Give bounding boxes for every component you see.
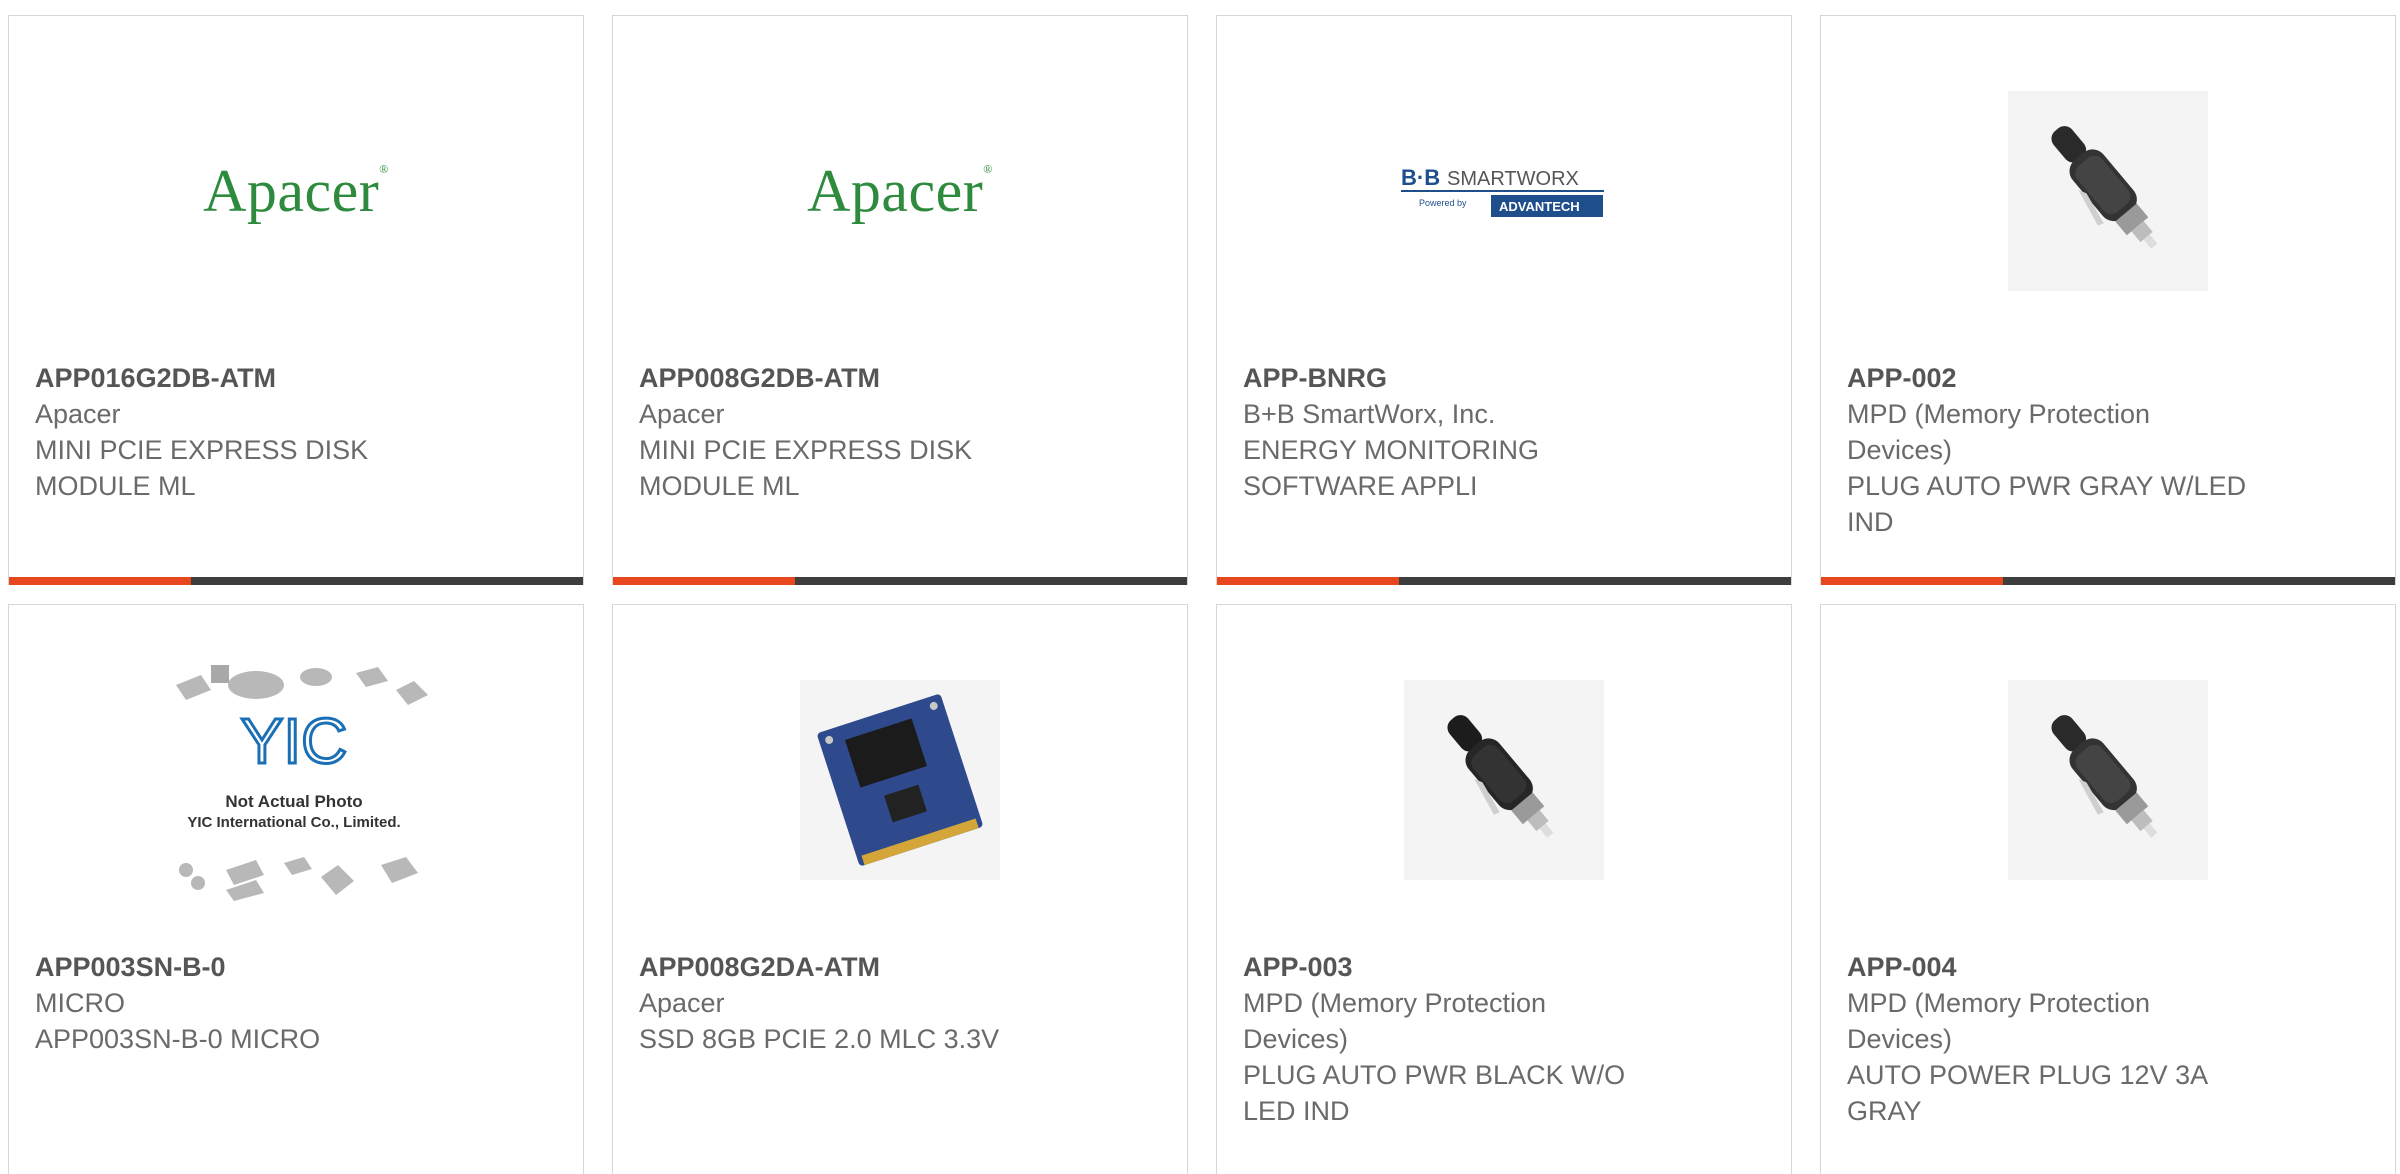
svg-text:B·B: B·B: [1401, 165, 1440, 190]
product-line: LED IND: [1243, 1096, 1350, 1126]
svg-text:Powered by: Powered by: [1419, 198, 1467, 208]
auto-plug-photo: [1404, 680, 1604, 880]
card-progress-bar: [1821, 577, 2395, 585]
product-line: PLUG AUTO PWR GRAY W/LED: [1847, 471, 2247, 501]
card-progress-bar: [9, 577, 583, 585]
product-image[interactable]: [613, 645, 1187, 915]
product-line: PLUG AUTO PWR BLACK W/O: [1243, 1060, 1626, 1090]
product-line: Apacer: [639, 399, 725, 429]
card-progress-fill: [9, 577, 191, 585]
product-line: MPD (Memory Protection: [1847, 988, 2151, 1018]
not-actual-photo: YIC Not Actual Photo YIC International C…: [176, 665, 428, 901]
svg-text:YIC International Co., Limited: YIC International Co., Limited.: [187, 814, 400, 831]
product-card[interactable]: Apacer® APP016G2DB-ATM Apacer MINI PCIE …: [8, 15, 584, 585]
product-line: MPD (Memory Protection: [1847, 399, 2151, 429]
product-line: SSD 8GB PCIE 2.0 MLC 3.3V: [639, 1024, 1000, 1054]
product-image[interactable]: [1217, 645, 1791, 915]
svg-text:ADVANTECH: ADVANTECH: [1499, 199, 1580, 214]
product-image[interactable]: B·B SMARTWORX Powered by ADVANTECH: [1217, 56, 1791, 326]
product-line: Apacer: [35, 399, 121, 429]
part-number[interactable]: APP-004: [1847, 949, 2267, 985]
product-line: GRAY: [1847, 1096, 1922, 1126]
bb-smartworx-logo: B·B SMARTWORX Powered by ADVANTECH: [1401, 165, 1604, 217]
part-number[interactable]: APP016G2DB-ATM: [35, 360, 455, 396]
product-card[interactable]: APP-003 MPD (Memory Protection Devices) …: [1216, 604, 1792, 1174]
product-line: SOFTWARE APPLI: [1243, 471, 1478, 501]
card-progress-bar: [1217, 577, 1791, 585]
card-progress-fill: [613, 577, 795, 585]
auto-plug-photo: [2008, 680, 2208, 880]
card-progress-fill: [1821, 577, 2003, 585]
svg-text:Not Actual Photo: Not Actual Photo: [225, 792, 362, 811]
product-image[interactable]: YIC Not Actual Photo YIC International C…: [9, 645, 583, 915]
product-line: MINI PCIE EXPRESS DISK: [639, 435, 973, 465]
product-line: AUTO POWER PLUG 12V 3A: [1847, 1060, 2209, 1090]
product-card[interactable]: APP008G2DA-ATM Apacer SSD 8GB PCIE 2.0 M…: [612, 604, 1188, 1174]
product-line: MICRO: [35, 988, 125, 1018]
part-number[interactable]: APP008G2DB-ATM: [639, 360, 1059, 396]
product-image[interactable]: [1821, 645, 2395, 915]
product-line: Apacer: [639, 988, 725, 1018]
product-line: Devices): [1243, 1024, 1349, 1054]
product-image[interactable]: Apacer®: [9, 56, 583, 326]
product-line: IND: [1847, 507, 1894, 537]
product-line: Devices): [1847, 1024, 1953, 1054]
product-line: MINI PCIE EXPRESS DISK: [35, 435, 369, 465]
part-number[interactable]: APP-BNRG: [1243, 360, 1663, 396]
auto-plug-photo: [2008, 91, 2208, 291]
product-line: MODULE ML: [35, 471, 196, 501]
product-card[interactable]: APP-004 MPD (Memory Protection Devices) …: [1820, 604, 2396, 1174]
product-line: MODULE ML: [639, 471, 800, 501]
card-progress-bar: [613, 577, 1187, 585]
apacer-logo: Apacer®: [807, 157, 993, 224]
part-number[interactable]: APP-003: [1243, 949, 1663, 985]
apacer-logo: Apacer®: [203, 157, 389, 224]
product-card[interactable]: Apacer® APP008G2DB-ATM Apacer MINI PCIE …: [612, 15, 1188, 585]
product-card[interactable]: APP-002 MPD (Memory Protection Devices) …: [1820, 15, 2396, 585]
part-number[interactable]: APP-002: [1847, 360, 2267, 396]
svg-text:SMARTWORX: SMARTWORX: [1447, 168, 1579, 190]
part-number[interactable]: APP003SN-B-0: [35, 949, 455, 985]
product-line: MPD (Memory Protection: [1243, 988, 1547, 1018]
product-line: APP003SN-B-0 MICRO: [35, 1024, 321, 1054]
msata-ssd-photo: [800, 680, 1000, 880]
svg-text:YIC: YIC: [241, 705, 348, 777]
product-card[interactable]: B·B SMARTWORX Powered by ADVANTECH APP-B…: [1216, 15, 1792, 585]
product-image[interactable]: [1821, 56, 2395, 326]
card-progress-fill: [1217, 577, 1399, 585]
product-image[interactable]: Apacer®: [613, 56, 1187, 326]
product-line: B+B SmartWorx, Inc.: [1243, 399, 1496, 429]
product-line: ENERGY MONITORING: [1243, 435, 1540, 465]
part-number[interactable]: APP008G2DA-ATM: [639, 949, 1059, 985]
product-card[interactable]: YIC Not Actual Photo YIC International C…: [8, 604, 584, 1174]
product-line: Devices): [1847, 435, 1953, 465]
